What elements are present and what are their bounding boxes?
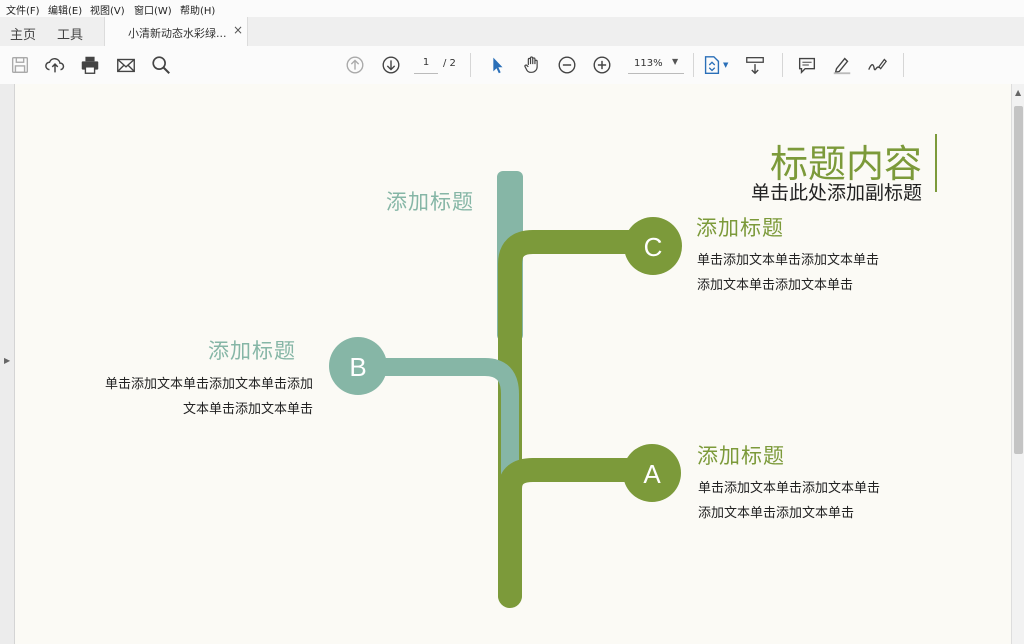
highlight-button[interactable] <box>830 53 854 77</box>
chevron-down-icon: ▼ <box>672 57 679 66</box>
menu-help[interactable]: 帮助(H) <box>180 2 215 17</box>
branch-c <box>498 230 652 566</box>
menu-window[interactable]: 窗口(W) <box>134 2 172 17</box>
node-heading-a: 添加标题 <box>697 444 785 468</box>
node-body-a: 单击添加文本单击添加文本单击 添加文本单击添加文本单击 <box>698 476 880 526</box>
top-heading: 添加标题 <box>386 190 474 214</box>
sign-button[interactable] <box>865 53 889 77</box>
slide-subtitle: 单击此处添加副标题 <box>750 182 922 204</box>
page-total: / 2 <box>443 58 456 69</box>
hand-tool-button[interactable] <box>520 53 544 77</box>
upload-icon <box>45 57 65 73</box>
document-tab[interactable]: 小清新动态水彩绿... × <box>104 17 248 46</box>
save-button[interactable] <box>8 53 32 77</box>
highlight-icon <box>833 57 851 75</box>
menu-file[interactable]: 文件(F) <box>6 2 40 17</box>
node-body-a-line2: 添加文本单击添加文本单击 <box>698 506 855 521</box>
zoom-in-button[interactable] <box>590 53 614 77</box>
title-accent-bar <box>935 134 937 192</box>
zoom-out-icon <box>558 56 576 74</box>
branch-a <box>498 458 652 608</box>
document-page: C B A 标题内容 单击此处添加副标题 添加标题 添加标题 单击添加文本单击添… <box>15 84 1011 644</box>
next-page-icon <box>382 56 400 74</box>
fit-page-button[interactable] <box>700 53 724 77</box>
trunk-bottom <box>498 544 522 602</box>
nav-tools[interactable]: 工具 <box>57 24 83 43</box>
sign-icon <box>868 58 888 71</box>
document-tab-title: 小清新动态水彩绿... <box>128 27 227 40</box>
menu-view[interactable]: 视图(V) <box>90 2 125 17</box>
save-icon <box>11 56 29 74</box>
node-letter-a: A <box>643 459 661 489</box>
nav-home[interactable]: 主页 <box>10 24 36 43</box>
zoom-out-button[interactable] <box>555 53 579 77</box>
upload-button[interactable] <box>43 53 67 77</box>
node-body-a-line1: 单击添加文本单击添加文本单击 <box>698 481 881 496</box>
hand-icon <box>524 56 538 73</box>
close-tab-icon[interactable]: × <box>233 23 243 37</box>
toolbar-divider <box>693 53 694 77</box>
toolbar-divider <box>782 53 783 77</box>
node-body-b-line2: 文本单击添加文本单击 <box>182 402 313 417</box>
node-letter-c: C <box>644 232 663 262</box>
zoom-in-icon <box>593 56 611 74</box>
chevron-down-icon[interactable]: ▼ <box>723 61 728 69</box>
toolbar-divider <box>903 53 904 77</box>
menu-edit[interactable]: 编辑(E) <box>48 2 82 17</box>
node-heading-c: 添加标题 <box>696 216 784 240</box>
branch-b <box>360 358 519 504</box>
scroll-mode-button[interactable] <box>743 53 767 77</box>
tab-bar: 主页 工具 小清新动态水彩绿... × <box>0 17 1024 47</box>
node-body-b: 单击添加文本单击添加文本单击添加 文本单击添加文本单击 <box>105 372 313 422</box>
node-body-c-line2: 添加文本单击添加文本单击 <box>697 278 854 293</box>
left-pane-toggle[interactable]: ▶ <box>0 84 15 644</box>
fit-page-icon <box>704 56 720 74</box>
node-body-b-line1: 单击添加文本单击添加文本单击添加 <box>104 377 313 392</box>
next-page-button[interactable] <box>379 53 403 77</box>
prev-page-icon <box>346 56 364 74</box>
toolbar-divider <box>470 53 471 77</box>
comment-icon <box>798 57 816 74</box>
select-tool-button[interactable] <box>485 53 509 77</box>
mail-icon <box>117 58 135 73</box>
select-cursor-icon <box>493 57 503 74</box>
zoom-value: 113% <box>634 58 663 69</box>
prev-page-button[interactable] <box>343 53 367 77</box>
scroll-up-icon[interactable]: ▲ <box>1015 88 1021 97</box>
scrollbar-thumb[interactable] <box>1014 106 1023 454</box>
find-button[interactable] <box>149 53 173 77</box>
zoom-select[interactable]: 113% ▼ <box>628 57 684 74</box>
page-number-input[interactable]: 1 <box>414 57 438 74</box>
expand-pane-icon: ▶ <box>4 356 11 365</box>
node-body-c: 单击添加文本单击添加文本单击 添加文本单击添加文本单击 <box>697 248 879 298</box>
menu-bar: 文件(F) 编辑(E) 视图(V) 窗口(W) 帮助(H) <box>0 0 1024 17</box>
email-button[interactable] <box>114 53 138 77</box>
print-icon <box>81 56 99 74</box>
node-body-c-line1: 单击添加文本单击添加文本单击 <box>697 253 880 268</box>
toolbar: 1 / 2 113% ▼ ▼ <box>0 46 1024 85</box>
node-letter-b: B <box>349 352 366 382</box>
search-icon <box>152 56 170 74</box>
print-button[interactable] <box>78 53 102 77</box>
node-heading-b: 添加标题 <box>208 339 296 363</box>
vertical-scrollbar[interactable]: ▲ <box>1011 84 1024 644</box>
comment-button[interactable] <box>795 53 819 77</box>
scroll-mode-icon <box>746 57 764 75</box>
